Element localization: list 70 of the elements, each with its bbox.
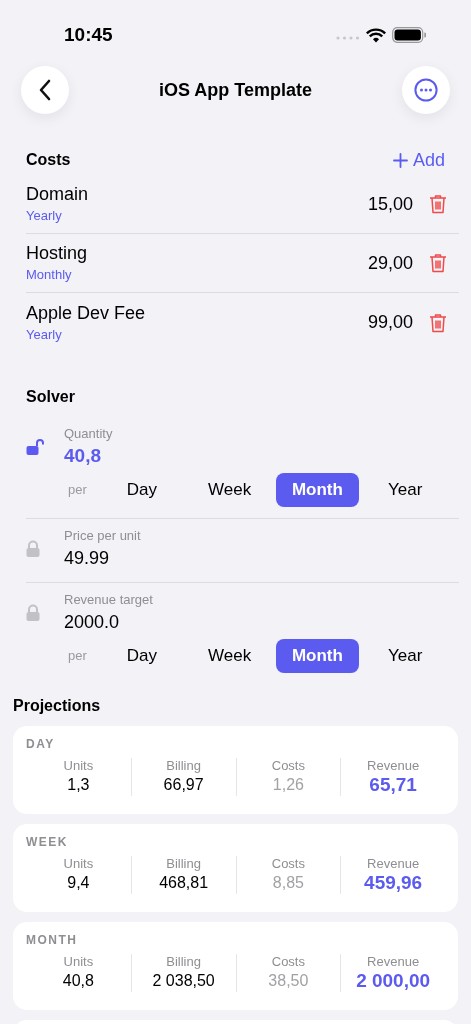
period-option[interactable]: Month: [275, 639, 360, 673]
per-label: per: [68, 647, 88, 666]
metric-value: 66,97: [163, 775, 204, 795]
field-value[interactable]: 40,8: [64, 443, 113, 469]
status-time: 10:45: [64, 22, 113, 47]
chevron-left-icon: [38, 79, 52, 101]
period-option[interactable]: Day: [100, 639, 184, 673]
metric-label: Costs: [271, 758, 305, 774]
back-button[interactable]: [21, 66, 69, 114]
more-button[interactable]: [402, 66, 450, 114]
add-button[interactable]: Add: [392, 146, 445, 174]
nav-title: iOS App Template: [159, 78, 312, 102]
metric-label: Costs: [271, 856, 305, 872]
cost-amount: 29,00: [367, 251, 413, 275]
per-label: per: [68, 481, 88, 500]
cost-period: Monthly: [26, 266, 73, 284]
metric-value: 1,26: [272, 775, 304, 795]
metric-label: Revenue: [367, 954, 420, 970]
metric-value: 2 038,50: [152, 971, 215, 991]
battery-icon: [392, 27, 426, 43]
metric-label: Billing: [166, 758, 201, 774]
period-option[interactable]: Year: [363, 473, 447, 507]
cost-period: Yearly: [26, 207, 63, 225]
metric-label: Units: [63, 856, 94, 872]
field-label: Price per unit: [64, 527, 141, 545]
metric-label: Billing: [166, 954, 201, 970]
cost-amount: 15,00: [367, 192, 413, 216]
signal-dots-icon: [336, 36, 360, 40]
trash-icon[interactable]: [429, 194, 447, 214]
field-value: 2000.0: [64, 611, 121, 634]
wifi-icon: [366, 27, 386, 43]
card-period: MONTH: [26, 932, 79, 948]
metric-value: 65,71: [369, 774, 417, 796]
metric-value: 459,96: [364, 872, 423, 894]
trash-icon[interactable]: [429, 312, 447, 333]
cost-amount: 99,00: [367, 311, 413, 334]
metric-value: 8,85: [272, 873, 304, 893]
field-label: Revenue target: [64, 591, 153, 609]
metric-value: 38,50: [268, 971, 309, 991]
period-option[interactable]: Week: [187, 639, 272, 673]
cost-name: Apple Dev Fee: [26, 301, 146, 324]
period-option[interactable]: Day: [100, 473, 184, 507]
period-option[interactable]: Month: [275, 473, 360, 507]
metric-label: Revenue: [367, 856, 420, 872]
metric-value: 2 000,00: [356, 970, 431, 992]
section-heading: Solver: [26, 387, 76, 407]
cost-name: Hosting: [26, 242, 88, 264]
cost-name: Domain: [26, 183, 89, 205]
period-option[interactable]: Year: [363, 639, 447, 673]
metric-label: Units: [63, 954, 94, 970]
metric-value: 9,4: [67, 873, 90, 893]
section-heading: Projections: [13, 696, 102, 716]
field-label: Quantity: [64, 425, 113, 443]
metric-value: 1,3: [67, 775, 90, 795]
ellipsis-icon: [414, 78, 438, 102]
section-heading: Costs: [26, 150, 71, 170]
unlock-icon[interactable]: [26, 438, 44, 456]
metric-label: Billing: [166, 856, 201, 872]
period-option[interactable]: Week: [187, 473, 272, 507]
metric-value: 468,81: [159, 873, 209, 893]
metric-value: 40,8: [62, 971, 94, 991]
trash-icon[interactable]: [429, 253, 447, 273]
cost-period: Yearly: [26, 325, 63, 344]
metric-label: Units: [63, 758, 94, 774]
card-period: WEEK: [26, 834, 69, 850]
card-period: DAY: [26, 736, 56, 752]
plus-icon: [392, 152, 408, 168]
metric-label: Costs: [271, 954, 305, 970]
metric-label: Revenue: [367, 758, 420, 774]
field-value: 49.99: [64, 547, 111, 570]
